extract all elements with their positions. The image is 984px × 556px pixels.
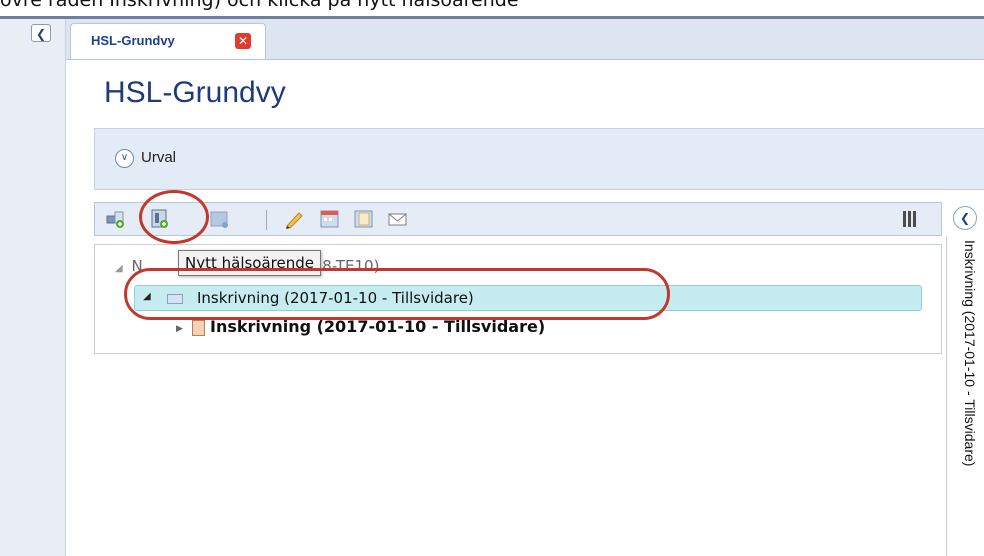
toolbar-separator: [266, 210, 267, 230]
left-rail: [0, 19, 66, 556]
urval-panel: ∨ Urval: [94, 128, 984, 190]
close-icon[interactable]: ✕: [235, 33, 251, 49]
calendar-icon[interactable]: [319, 209, 341, 229]
tab-label: HSL-Grundvy: [91, 33, 175, 48]
collapse-left-icon[interactable]: ❮: [31, 24, 51, 42]
triangle-down-icon[interactable]: ◢: [115, 263, 123, 274]
chevron-down-icon[interactable]: ∨: [115, 149, 134, 168]
notes-icon[interactable]: [353, 209, 375, 229]
document-icon[interactable]: [209, 209, 231, 229]
page-title: HSL-Grundvy: [104, 76, 286, 109]
toolbar: [94, 202, 942, 236]
side-panel-label: Inskrivning (2017-01-10 - Tillsvidare): [962, 240, 978, 467]
tab-hsl-grundvy[interactable]: HSL-Grundvy ✕: [70, 23, 266, 59]
chevron-left-icon[interactable]: ❮: [953, 206, 977, 230]
add-icon[interactable]: [105, 209, 127, 229]
mail-icon[interactable]: [387, 209, 409, 229]
urval-label[interactable]: Urval: [141, 149, 176, 166]
annotation-circle-button: [139, 190, 209, 244]
annotation-circle-row: [124, 268, 670, 320]
triangle-right-icon[interactable]: ▶: [176, 324, 183, 334]
columns-icon[interactable]: [903, 211, 917, 227]
instruction-caption: övre raden Inskrivning) och klicka på ny…: [0, 0, 519, 11]
case-icon: [192, 320, 205, 336]
pencil-icon[interactable]: [283, 209, 305, 229]
